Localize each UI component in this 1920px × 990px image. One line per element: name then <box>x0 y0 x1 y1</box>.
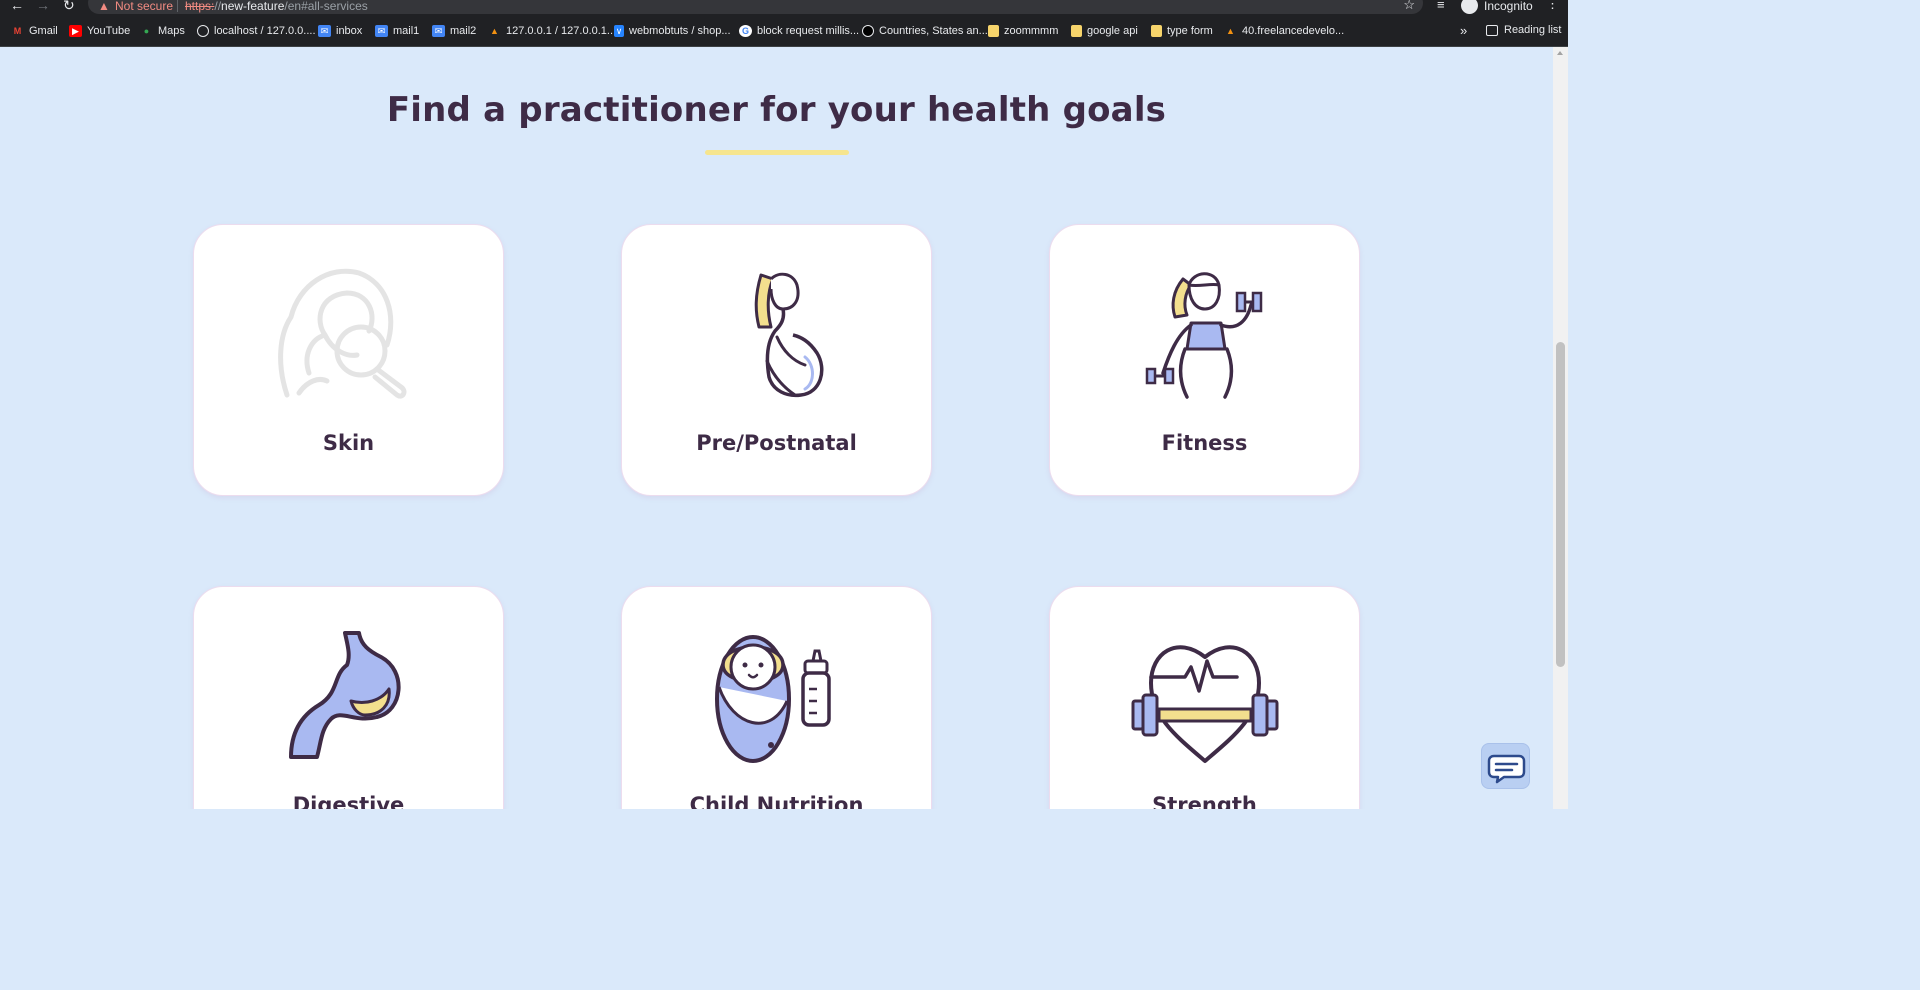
bookmark-localhost[interactable]: localhost / 127.0.0.... <box>197 24 316 38</box>
reading-list-label: Reading list <box>1504 24 1562 36</box>
address-bar[interactable]: ▲ Not secure https://new-feature/en#all-… <box>88 0 1423 14</box>
bookmark-mail1[interactable]: ✉ mail1 <box>375 24 419 38</box>
url-text[interactable]: https://new-feature/en#all-services <box>185 0 368 13</box>
bookmark-type-form[interactable]: type form <box>1151 24 1213 38</box>
mail-icon: ✉ <box>432 25 445 37</box>
service-card-child-nutrition[interactable]: Child Nutrition <box>621 586 932 809</box>
services-page: Find a practitioner for your health goal… <box>0 48 1553 809</box>
chat-bubble-icon <box>1487 754 1526 784</box>
browser-toolbar: ← → ↻ ▲ Not secure https://new-feature/e… <box>0 0 1568 15</box>
scrollbar-thumb[interactable] <box>1556 342 1565 667</box>
url-host: new-feature <box>221 0 285 13</box>
service-title: Child Nutrition <box>689 793 864 809</box>
bookmark-google-api[interactable]: google api <box>1071 24 1138 38</box>
bookmark-webmobtuts[interactable]: ∨ webmobtuts / shop... <box>614 24 731 38</box>
url-path: /en#all-services <box>284 0 368 13</box>
folder-icon <box>1151 25 1162 37</box>
gmail-icon: M <box>13 26 22 36</box>
bitbucket-icon: ∨ <box>614 25 624 37</box>
globe-icon <box>197 25 209 37</box>
phpmyadmin-icon: ▲ <box>490 26 499 36</box>
browser-menu-icon[interactable]: ⋮ <box>1546 0 1559 12</box>
profile-label[interactable]: Incognito <box>1484 0 1533 13</box>
pregnant-woman-icon <box>754 272 824 398</box>
baby-bottle-icon <box>715 635 831 763</box>
service-title: Skin <box>322 431 375 455</box>
warning-triangle-icon[interactable]: ▲ <box>98 0 110 13</box>
bookmark-zoommmm[interactable]: zoommmm <box>988 24 1058 38</box>
stomach-icon <box>289 631 401 759</box>
forward-arrow-icon[interactable]: → <box>36 0 50 13</box>
youtube-icon: ▶ <box>69 25 82 37</box>
service-card-strength[interactable]: Strength <box>1049 586 1360 809</box>
reload-icon[interactable]: ↻ <box>63 0 75 14</box>
bookmark-inbox[interactable]: ✉ inbox <box>318 24 362 38</box>
service-card-skin[interactable]: Skin <box>193 224 504 496</box>
service-card-digestive[interactable]: Digestive <box>193 586 504 809</box>
service-title: Fitness <box>1161 431 1248 455</box>
mail-icon: ✉ <box>375 25 388 37</box>
reading-list-icon <box>1486 24 1498 36</box>
scroll-up-arrow-icon[interactable] <box>1557 51 1563 55</box>
service-title: Strength <box>1152 793 1257 809</box>
bookmarks-bar: M Gmail ▶ YouTube ● Maps localhost / 127.0.… <box>0 15 1568 47</box>
bookmark-maps[interactable]: ● Maps <box>140 24 185 38</box>
reading-list-button[interactable]: Reading list <box>1486 24 1561 36</box>
bookmark-countries[interactable]: Countries, States an... <box>862 24 988 38</box>
bookmark-mail2[interactable]: ✉ mail2 <box>432 24 476 38</box>
site-icon <box>862 25 874 37</box>
bookmark-block-request[interactable]: Gblock request millis... <box>739 24 859 38</box>
back-arrow-icon[interactable]: ← <box>10 0 24 13</box>
service-card-prepostnatal[interactable]: Pre/Postnatal <box>621 224 932 496</box>
url-scheme: https: <box>185 0 215 13</box>
bookmark-youtube[interactable]: ▶ YouTube <box>69 24 130 38</box>
more-bookmarks-chevron-icon[interactable]: » <box>1460 23 1467 38</box>
service-title: Pre/Postnatal <box>696 431 857 455</box>
phpmyadmin-icon: ▲ <box>1226 26 1235 36</box>
bookmark-star-icon[interactable]: ☆ <box>1403 0 1415 13</box>
skin-magnifier-icon <box>278 268 407 399</box>
page-scrollbar[interactable] <box>1553 47 1568 809</box>
heart-dumbbell-icon <box>1131 645 1279 763</box>
security-status-label[interactable]: Not secure <box>115 0 173 13</box>
omnibox-divider <box>177 0 178 12</box>
media-queue-icon[interactable]: ≡ <box>1437 0 1445 12</box>
bookmark-phpmyadmin[interactable]: ▲ 127.0.0.1 / 127.0.0.1... <box>488 24 616 38</box>
chat-widget-button[interactable] <box>1481 743 1530 789</box>
bookmark-freelance[interactable]: ▲ 40.freelancedevelo... <box>1224 24 1344 38</box>
folder-icon <box>988 25 999 37</box>
page-heading: Find a practitioner for your health goal… <box>386 90 1167 130</box>
folder-icon <box>1071 25 1082 37</box>
heading-underline <box>705 150 849 155</box>
mail-icon: ✉ <box>318 25 331 37</box>
service-card-fitness[interactable]: Fitness <box>1049 224 1360 496</box>
bookmark-gmail[interactable]: M Gmail <box>11 24 58 38</box>
maps-pin-icon: ● <box>143 26 150 36</box>
google-icon: G <box>739 25 752 37</box>
incognito-avatar-icon[interactable] <box>1461 0 1478 14</box>
woman-dumbbells-icon <box>1145 272 1263 399</box>
service-title: Digestive <box>292 793 405 809</box>
